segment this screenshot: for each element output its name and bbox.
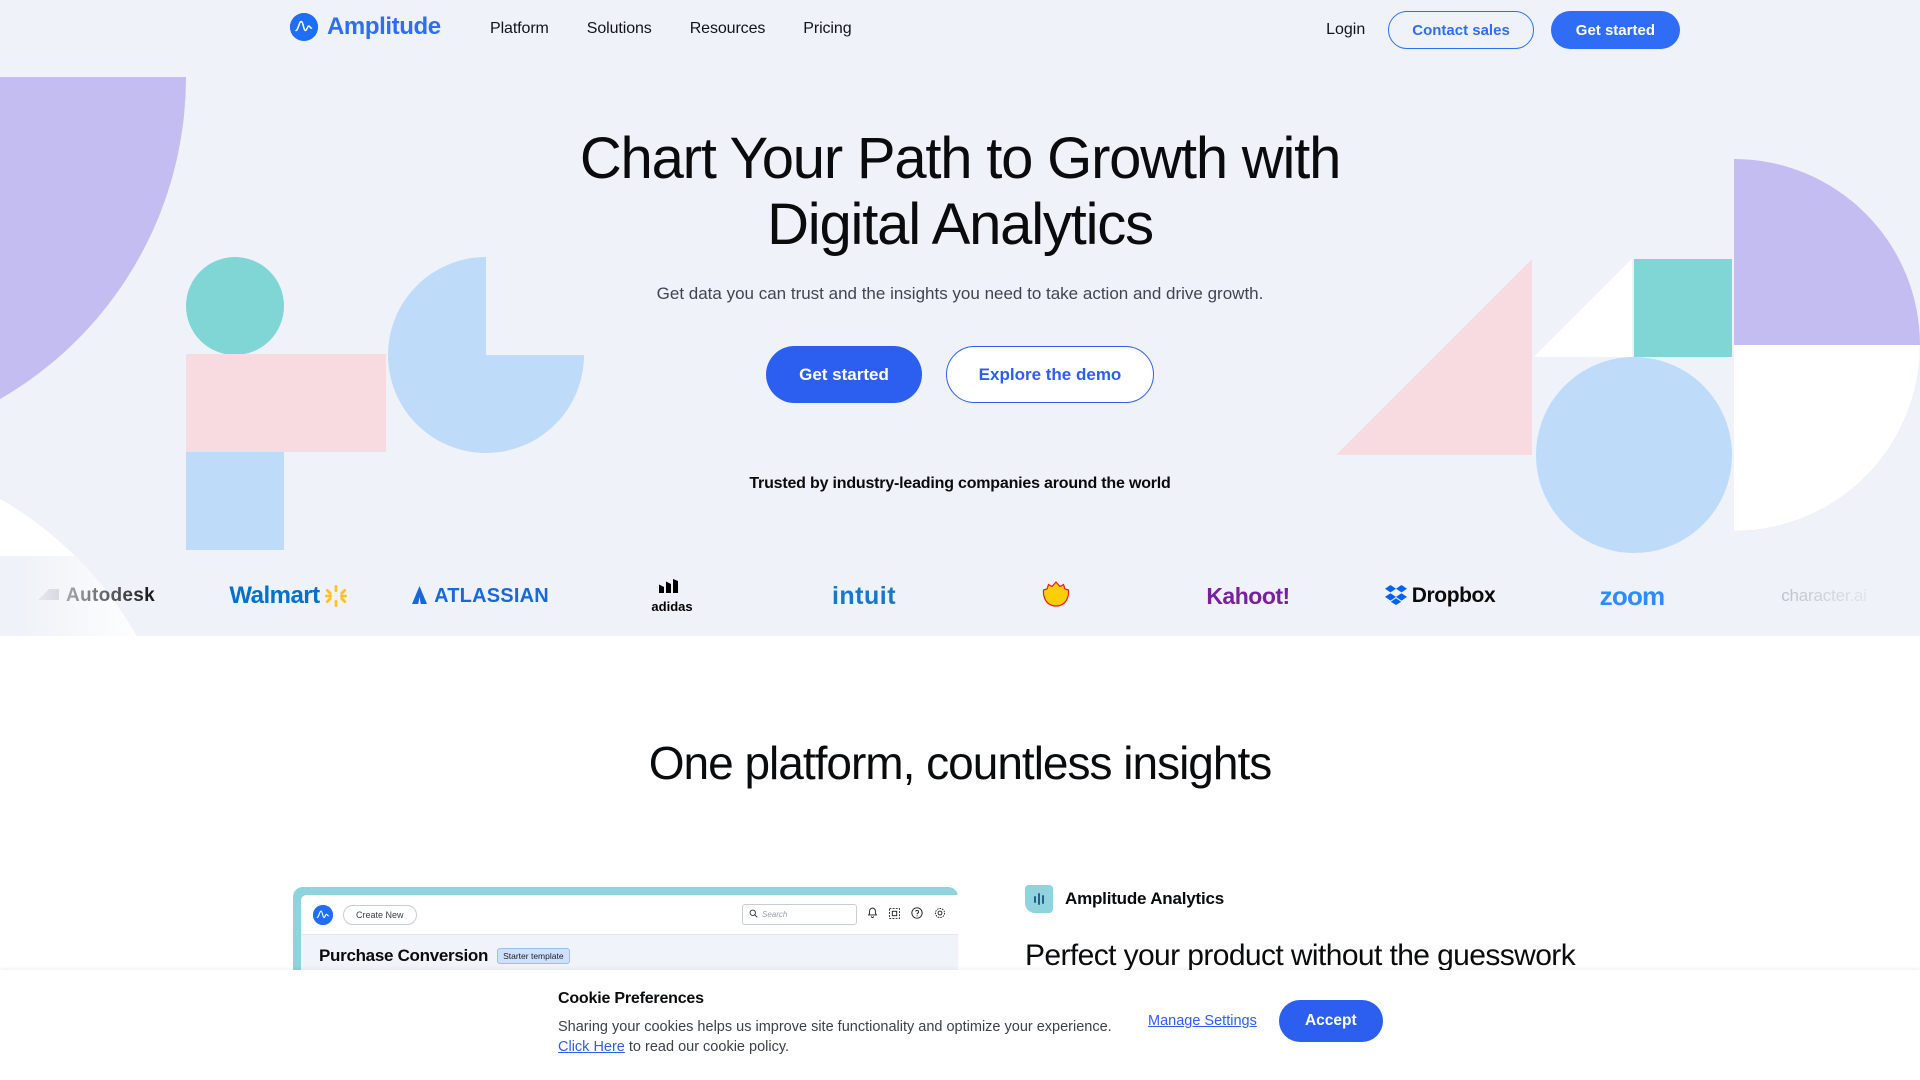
hero-content: Chart Your Path to Growth with Digital A… <box>0 64 1920 493</box>
header-actions: Login Contact sales Get started <box>1320 11 1680 49</box>
cookie-policy-link[interactable]: Click Here <box>558 1039 625 1055</box>
logo-label-atlassian: ATLASSIAN <box>434 584 549 607</box>
manage-settings-link[interactable]: Manage Settings <box>1148 1013 1257 1029</box>
logo-dropbox: Dropbox <box>1344 584 1536 608</box>
search-icon <box>749 909 758 920</box>
product-search-input[interactable]: Search <box>742 904 857 925</box>
amplitude-logo-icon <box>290 13 318 41</box>
autodesk-mark-icon <box>37 587 66 605</box>
product-page-title: Purchase Conversion <box>319 946 489 965</box>
customer-logo-row: Autodesk Walmart ATLASSIAN adidas intuit… <box>0 556 1920 636</box>
feature-block: Amplitude Analytics Perfect your product… <box>1025 885 1725 973</box>
dropbox-mark-icon <box>1384 585 1412 607</box>
shell-pecten-icon <box>1042 580 1070 612</box>
feature-badge-label: Amplitude Analytics <box>1065 889 1224 908</box>
trusted-by-label: Trusted by industry-leading companies ar… <box>749 475 1171 492</box>
hero-title-line1: Chart Your Path to Growth with <box>579 126 1342 191</box>
login-link[interactable]: Login <box>1320 21 1371 39</box>
gear-icon[interactable] <box>934 907 946 922</box>
product-topbar: Create New Search <box>301 895 958 935</box>
logo-label-intuit: intuit <box>831 581 897 610</box>
logo-zoom: zoom <box>1536 581 1728 612</box>
logo-walmart: Walmart <box>192 582 384 610</box>
logo-adidas: adidas <box>576 578 768 614</box>
logo-label-dropbox: Dropbox <box>1411 584 1496 607</box>
bar-chart-icon <box>1025 885 1053 913</box>
logo-intuit: intuit <box>768 582 960 611</box>
logo-atlassian: ATLASSIAN <box>384 585 576 608</box>
nav-item-pricing[interactable]: Pricing <box>803 20 851 38</box>
cookie-banner-actions: Manage Settings Accept <box>1148 1000 1383 1042</box>
nav-item-solutions[interactable]: Solutions <box>587 20 652 38</box>
product-topbar-icons <box>867 907 946 922</box>
hero-cta-group: Get started Explore the demo <box>0 346 1920 403</box>
logo-kahoot: Kahoot! <box>1152 583 1344 610</box>
hero-title-line2: Digital Analytics <box>767 192 1154 257</box>
feature-badge-row: Amplitude Analytics <box>1025 885 1725 913</box>
product-amplitude-logo-icon <box>313 904 333 925</box>
cookie-banner: Cookie Preferences Sharing your cookies … <box>0 970 1920 1080</box>
logo-label-kahoot: Kahoot! <box>1206 582 1290 609</box>
cookie-text-line1: Sharing your cookies helps us improve si… <box>558 1019 1112 1035</box>
logo-label-adidas: adidas <box>651 598 693 614</box>
starter-template-badge: Starter template <box>497 948 570 964</box>
logo-shell <box>960 580 1152 612</box>
logo-label-zoom: zoom <box>1599 580 1665 611</box>
hero-section: Chart Your Path to Growth with Digital A… <box>0 64 1920 636</box>
hero-subtitle: Get data you can trust and the insights … <box>656 284 1264 303</box>
create-new-button[interactable]: Create New <box>343 904 417 925</box>
explore-the-demo-button[interactable]: Explore the demo <box>946 346 1154 403</box>
header-get-started-button[interactable]: Get started <box>1550 11 1680 49</box>
brand-name: Amplitude <box>327 13 441 40</box>
help-icon[interactable] <box>911 907 923 922</box>
logo-label-autodesk: Autodesk <box>66 585 155 606</box>
feature-heading: Perfect your product without the guesswo… <box>1025 939 1576 972</box>
section-title: One platform, countless insights <box>648 737 1273 789</box>
product-search-placeholder: Search <box>762 910 788 919</box>
brand-logo[interactable]: Amplitude <box>290 13 441 41</box>
contact-sales-button[interactable]: Contact sales <box>1388 11 1534 49</box>
bell-icon[interactable] <box>867 907 878 922</box>
dashboard-icon[interactable] <box>889 907 900 922</box>
nav-item-resources[interactable]: Resources <box>690 20 766 38</box>
main-nav: Platform Solutions Resources Pricing <box>490 20 852 38</box>
logo-label-character-ai: character.ai <box>1781 586 1867 605</box>
site-header: Amplitude Platform Solutions Resources P… <box>0 0 1920 64</box>
hero-title: Chart Your Path to Growth with Digital A… <box>0 126 1920 258</box>
atlassian-mark-icon <box>411 586 434 606</box>
logo-autodesk: Autodesk <box>0 585 192 607</box>
nav-item-platform[interactable]: Platform <box>490 20 549 38</box>
page-root: Amplitude Platform Solutions Resources P… <box>0 0 1920 1080</box>
cookie-text-line2: to read our cookie policy. <box>624 1039 790 1055</box>
accept-cookies-button[interactable]: Accept <box>1278 1000 1383 1042</box>
logo-character-ai: character.ai <box>1728 586 1920 606</box>
adidas-stripes-icon <box>657 578 687 598</box>
logo-label-walmart: Walmart <box>229 582 320 609</box>
walmart-spark-icon <box>320 585 347 607</box>
hero-get-started-button[interactable]: Get started <box>766 346 922 403</box>
